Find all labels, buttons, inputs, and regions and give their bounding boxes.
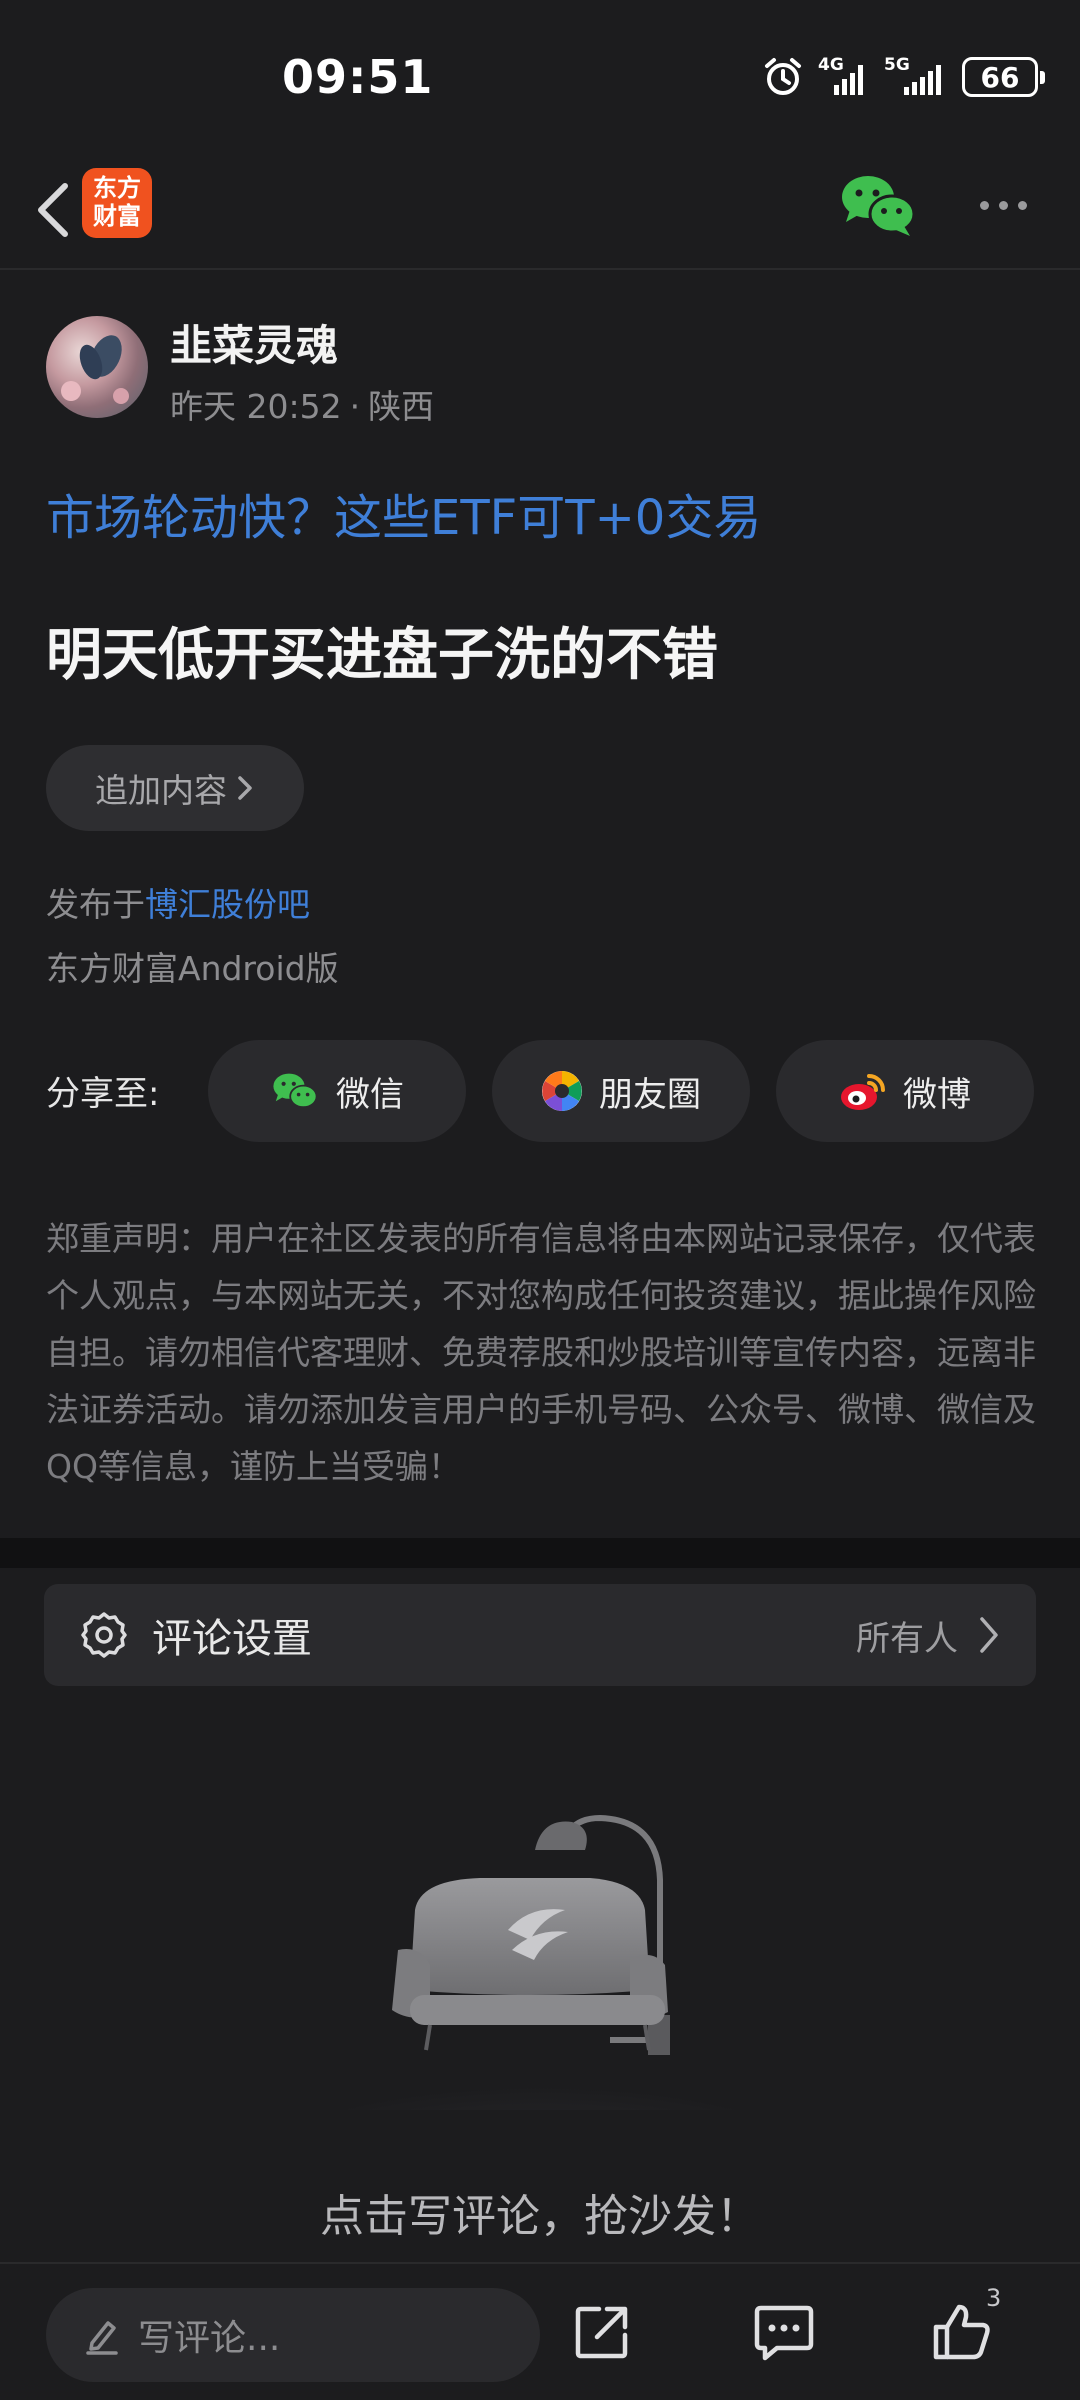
post-location: 陕西 — [368, 387, 435, 426]
wechat-icon — [273, 1073, 318, 1109]
signal-4g-icon: 4G — [818, 55, 870, 95]
share-moments-label: 朋友圈 — [599, 1074, 701, 1115]
butterfly-avatar-image — [61, 335, 129, 404]
add-content-button[interactable]: 追加内容 — [46, 745, 304, 831]
wechat-share-button[interactable] — [838, 170, 918, 240]
username[interactable]: 韭菜灵魂 — [170, 312, 338, 373]
post-body: 明天低开买进盘子洗的不错 — [46, 623, 718, 688]
battery-icon: 66 — [962, 57, 1045, 97]
disclaimer-text: 郑重声明：用户在社区发表的所有信息将由本网站记录保存，仅代表个人观点，与本网站无… — [46, 1219, 1036, 1486]
share-button[interactable] — [562, 2292, 642, 2372]
wechat-icon — [842, 176, 916, 236]
comment-settings-label: 评论设置 — [152, 1616, 312, 1662]
thumbs-up-icon — [933, 2304, 990, 2360]
empty-comments-prompt[interactable]: 点击写评论，抢沙发！ — [0, 2180, 1080, 2244]
weibo-icon — [841, 1074, 885, 1110]
logo-line-1: 东方 — [93, 174, 141, 202]
share-weibo-button[interactable]: 微博 — [776, 1040, 1034, 1142]
network-label-2: 5G — [884, 55, 910, 75]
client-source: 东方财富Android版 — [46, 949, 339, 988]
stock-bar-link[interactable]: 博汇股份吧 — [145, 885, 310, 924]
share-moments-button[interactable]: 朋友圈 — [492, 1040, 750, 1142]
etf-promo-link[interactable]: 市场轮动快？这些ETF可T+0交易 — [46, 478, 761, 548]
post-meta: 昨天 20:52 · 陕西 — [170, 387, 435, 426]
posted-in-prefix: 发布于 — [46, 885, 145, 924]
write-comment-input[interactable]: 写评论... — [46, 2288, 540, 2382]
gear-icon — [81, 1612, 127, 1658]
share-wechat-label: 微信 — [336, 1074, 404, 1115]
share-out-icon — [575, 2306, 628, 2359]
post-time: 昨天 20:52 — [170, 387, 342, 426]
status-time: 09:51 — [282, 50, 434, 104]
share-wechat-button[interactable]: 微信 — [208, 1040, 466, 1142]
logo-line-2: 财富 — [93, 202, 141, 230]
posted-in: 发布于博汇股份吧 — [46, 878, 310, 926]
add-content-label: 追加内容 — [95, 771, 227, 810]
section-divider — [0, 1538, 1080, 1568]
battery-level: 66 — [980, 60, 1020, 94]
comment-settings-row[interactable]: 评论设置 所有人 — [44, 1584, 1036, 1686]
status-icons: 4G 5G 66 — [762, 55, 1045, 98]
comment-placeholder: 写评论... — [138, 2318, 281, 2359]
more-icon — [979, 200, 989, 210]
comment-bubble-icon — [754, 2305, 814, 2361]
chevron-right-icon — [238, 776, 252, 800]
comment-settings-value: 所有人 — [856, 1618, 958, 1659]
avatar[interactable] — [46, 316, 148, 418]
like-count: 3 — [986, 2284, 1002, 2312]
network-label-1: 4G — [818, 55, 844, 75]
share-weibo-label: 微博 — [903, 1074, 971, 1115]
share-label: 分享至: — [46, 1074, 160, 1114]
signal-5g-icon: 5G — [884, 55, 948, 95]
back-button[interactable] — [18, 172, 88, 248]
bottom-action-bar: 写评论... 3 — [0, 2262, 1080, 2400]
back-icon — [38, 183, 68, 237]
pencil-icon — [86, 2321, 118, 2355]
empty-sofa-lamp-illustration — [290, 1814, 790, 2110]
app-logo[interactable]: 东方 财富 — [82, 168, 152, 238]
moments-icon — [542, 1071, 582, 1111]
top-nav-bar: 东方 财富 — [0, 150, 1080, 270]
comments-button[interactable] — [744, 2292, 824, 2372]
status-bar: 09:51 4G 5G 66 — [0, 0, 1080, 150]
alarm-icon — [765, 58, 801, 95]
more-button[interactable] — [970, 180, 1036, 230]
chevron-right-icon — [980, 1617, 998, 1653]
